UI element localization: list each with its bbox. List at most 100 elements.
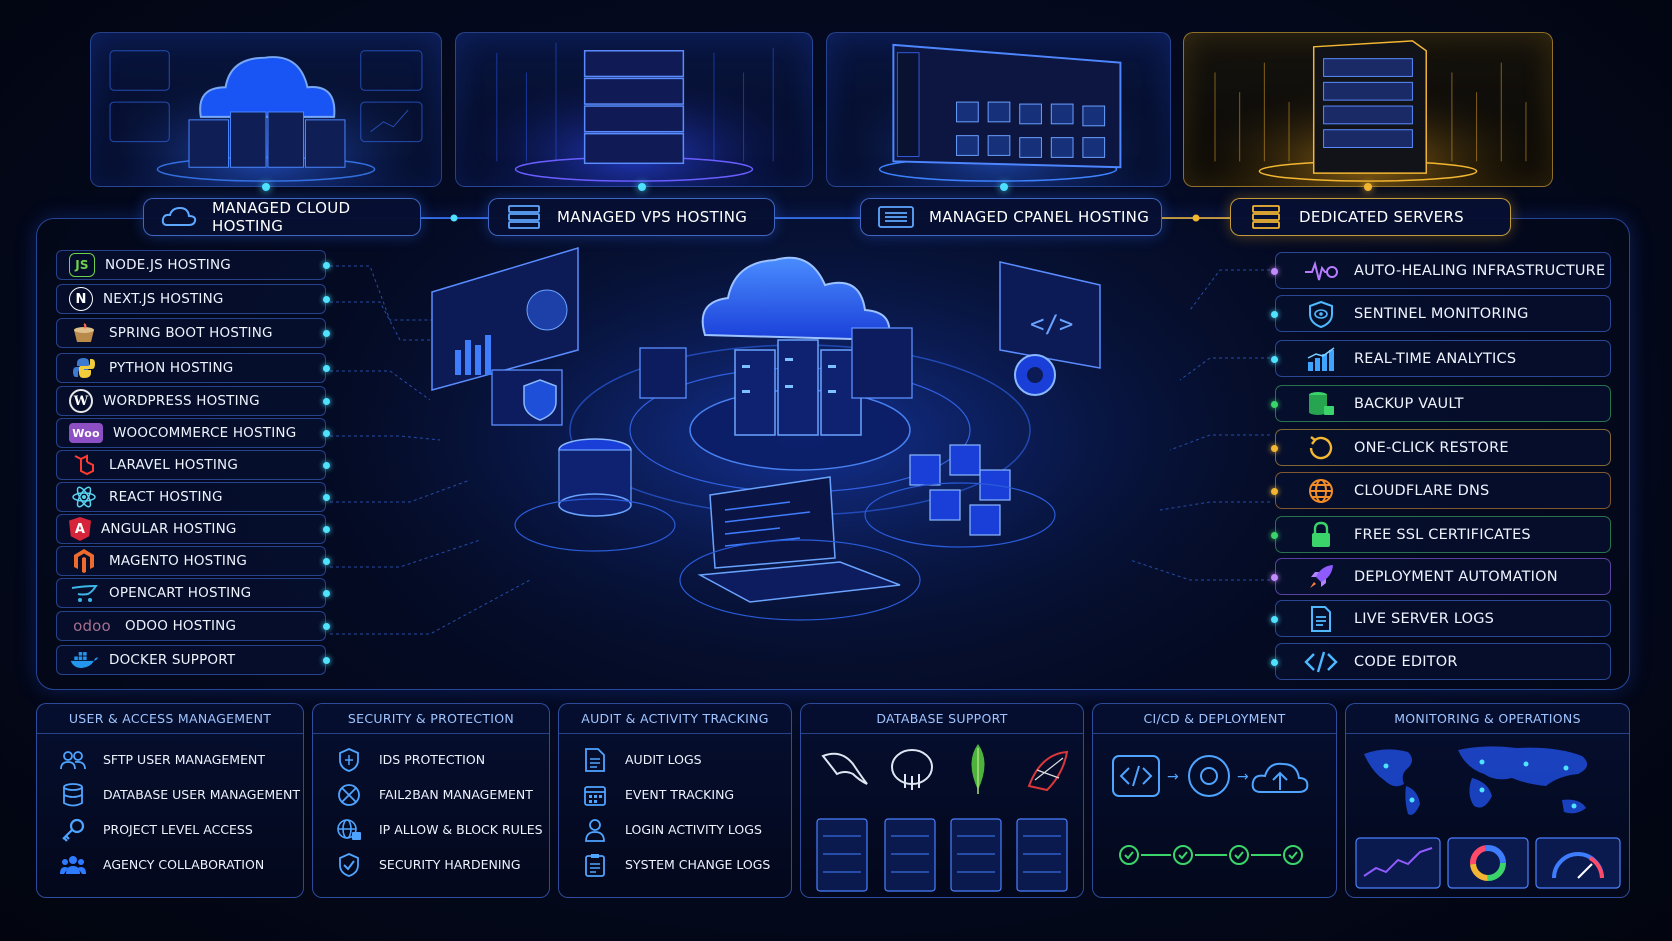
right-item-one-click-restore[interactable]: ONE-CLICK RESTORE (1271, 429, 1611, 466)
left-item-label: OPENCART HOSTING (109, 585, 252, 601)
panel-item[interactable]: LOGIN ACTIVITY LOGS (559, 812, 791, 847)
left-item-magento[interactable]: MAGENTO HOSTING (56, 546, 330, 576)
panel-item-label: PROJECT LEVEL ACCESS (103, 822, 253, 837)
world-map-icon (1364, 746, 1588, 815)
panel-item[interactable]: SECURITY HARDENING (313, 847, 549, 882)
right-item-backup-vault[interactable]: BACKUP VAULT (1271, 385, 1611, 422)
restore-icon (1304, 434, 1338, 462)
connector-dot (638, 183, 646, 191)
dedicated-server-illustration (1185, 33, 1551, 186)
padlock-icon (1304, 521, 1338, 549)
react-icon (69, 484, 99, 510)
team-icon (59, 852, 87, 878)
rocket-icon (1304, 563, 1338, 591)
woocommerce-icon: Woo (69, 423, 103, 443)
left-item-label: DOCKER SUPPORT (109, 652, 236, 668)
left-item-label: MAGENTO HOSTING (109, 553, 248, 569)
nodejs-icon: JS (69, 253, 95, 277)
right-item-label: AUTO-HEALING INFRASTRUCTURE (1354, 262, 1606, 279)
key-icon (59, 817, 87, 843)
globe-icon (1304, 477, 1338, 505)
panel-item[interactable]: EVENT TRACKING (559, 777, 791, 812)
monitoring-dashboard (1355, 746, 1621, 889)
tab-connectors (421, 214, 1230, 222)
left-item-label: ODOO HOSTING (125, 618, 237, 634)
left-item-odoo[interactable]: odoo ODOO HOSTING (56, 611, 330, 641)
database-lock-icon (1304, 390, 1338, 418)
hero-panel-cloud (90, 32, 442, 187)
left-item-laravel[interactable]: LARAVEL HOSTING (56, 450, 330, 480)
svg-text:→: → (1167, 769, 1179, 785)
vps-server-illustration (457, 33, 811, 186)
left-item-spring-boot[interactable]: SPRING BOOT HOSTING (56, 318, 330, 348)
left-item-python[interactable]: PYTHON HOSTING (56, 353, 330, 383)
right-item-free-ssl[interactable]: FREE SSL CERTIFICATES (1271, 516, 1611, 553)
left-item-label: WOOCOMMERCE HOSTING (113, 425, 297, 441)
gear-icon (1188, 755, 1230, 797)
cloud-upload-icon (1251, 762, 1309, 793)
shield-check-icon (335, 852, 363, 878)
laravel-icon (69, 452, 99, 478)
heartbeat-gear-icon (1304, 257, 1338, 285)
right-item-deployment-automation[interactable]: DEPLOYMENT AUTOMATION (1271, 558, 1611, 595)
cloud-server-illustration (92, 33, 440, 186)
panel-database-support: DATABASE SUPPORT (800, 703, 1084, 898)
panel-item-label: IP ALLOW & BLOCK RULES (379, 822, 543, 837)
central-cloud-infrastructure-illustration: </> (330, 240, 1270, 680)
panel-item[interactable]: FAIL2BAN MANAGEMENT (313, 777, 549, 812)
panel-item[interactable]: DATABASE USER MANAGEMENT (37, 777, 303, 812)
right-item-label: DEPLOYMENT AUTOMATION (1354, 568, 1558, 585)
panel-item-label: LOGIN ACTIVITY LOGS (625, 822, 762, 837)
left-item-nodejs[interactable]: JS NODE.JS HOSTING (56, 250, 330, 280)
left-item-woocommerce[interactable]: Woo WOOCOMMERCE HOSTING (56, 418, 330, 448)
document-icon (1304, 605, 1338, 633)
panel-item-label: SYSTEM CHANGE LOGS (625, 857, 771, 872)
right-item-live-server-logs[interactable]: LIVE SERVER LOGS (1271, 600, 1611, 637)
panel-item[interactable]: IDS PROTECTION (313, 742, 549, 777)
panel-item[interactable]: AGENCY COLLABORATION (37, 847, 303, 882)
connector-dot (1364, 183, 1372, 191)
docker-icon (69, 647, 99, 673)
panel-item[interactable]: AUDIT LOGS (559, 742, 791, 777)
odoo-icon: odoo (73, 617, 111, 635)
panel-item-label: DATABASE USER MANAGEMENT (103, 787, 301, 802)
left-item-opencart[interactable]: OPENCART HOSTING (56, 578, 330, 608)
panel-item-label: SFTP USER MANAGEMENT (103, 752, 265, 767)
clipboard-icon (581, 852, 609, 878)
users-icon (59, 747, 87, 773)
cpanel-dashboard-illustration (828, 33, 1169, 186)
hero-panel-cpanel (826, 32, 1171, 187)
panel-item[interactable]: SFTP USER MANAGEMENT (37, 742, 303, 777)
svg-text:</>: </> (1030, 310, 1073, 338)
hero-panel-vps (455, 32, 813, 187)
left-item-wordpress[interactable]: W WORDPRESS HOSTING (56, 386, 330, 416)
left-item-docker[interactable]: DOCKER SUPPORT (56, 645, 330, 675)
right-item-label: CODE EDITOR (1354, 653, 1458, 670)
svg-text:→: → (1237, 769, 1249, 785)
right-item-code-editor[interactable]: CODE EDITOR (1271, 643, 1611, 680)
panel-item[interactable]: IP ALLOW & BLOCK RULES (313, 812, 549, 847)
right-item-label: CLOUDFLARE DNS (1354, 482, 1490, 499)
ban-icon (335, 782, 363, 808)
right-item-cloudflare-dns[interactable]: CLOUDFLARE DNS (1271, 472, 1611, 509)
right-item-label: LIVE SERVER LOGS (1354, 610, 1495, 627)
right-item-label: SENTINEL MONITORING (1354, 305, 1529, 322)
database-logos (816, 744, 1069, 892)
right-item-auto-healing[interactable]: AUTO-HEALING INFRASTRUCTURE (1271, 252, 1611, 289)
opencart-icon (69, 580, 99, 606)
panel-item[interactable]: SYSTEM CHANGE LOGS (559, 847, 791, 882)
code-icon (1112, 755, 1160, 797)
panel-item-label: AUDIT LOGS (625, 752, 702, 767)
left-item-angular[interactable]: A ANGULAR HOSTING (56, 514, 330, 544)
mysql-dolphin-icon (821, 752, 868, 785)
panel-item[interactable]: PROJECT LEVEL ACCESS (37, 812, 303, 847)
right-item-sentinel-monitoring[interactable]: SENTINEL MONITORING (1271, 295, 1611, 332)
right-item-real-time-analytics[interactable]: REAL-TIME ANALYTICS (1271, 340, 1611, 377)
left-item-label: REACT HOSTING (109, 489, 223, 505)
right-item-label: BACKUP VAULT (1354, 395, 1464, 412)
connector-dot (262, 183, 270, 191)
left-item-nextjs[interactable]: N NEXT.JS HOSTING (56, 284, 330, 314)
left-item-label: NEXT.JS HOSTING (103, 291, 224, 307)
panel-security-protection: SECURITY & PROTECTION IDS PROTECTION FAI… (312, 703, 550, 898)
left-item-react[interactable]: REACT HOSTING (56, 482, 330, 512)
